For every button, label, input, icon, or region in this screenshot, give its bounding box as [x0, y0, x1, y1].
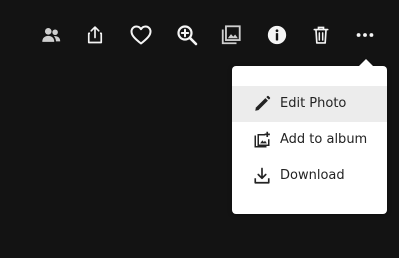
menu-item-label: Edit Photo	[280, 96, 347, 111]
share-icon	[87, 26, 103, 44]
pencil-icon	[253, 95, 271, 113]
menu-caret	[359, 59, 373, 66]
menu-item-edit-photo[interactable]: Edit Photo	[232, 86, 387, 122]
more-icon	[356, 33, 374, 37]
menu-item-add-to-album[interactable]: Add to album	[232, 122, 387, 158]
delete-button[interactable]	[306, 20, 336, 50]
photo-stack-button[interactable]	[216, 20, 246, 50]
info-icon	[267, 25, 287, 45]
people-icon	[42, 28, 61, 42]
add-to-album-icon	[253, 131, 271, 149]
zoom-in-icon	[177, 25, 198, 46]
more-options-menu: Edit Photo Add to album Download	[232, 59, 387, 214]
info-button[interactable]	[262, 20, 292, 50]
download-icon	[253, 167, 271, 185]
favorite-button[interactable]	[126, 20, 156, 50]
share-button[interactable]	[80, 20, 110, 50]
trash-icon	[313, 26, 329, 44]
menu-item-label: Add to album	[280, 132, 368, 147]
people-button[interactable]	[36, 20, 66, 50]
photo-stack-icon	[221, 25, 241, 45]
zoom-in-button[interactable]	[172, 20, 202, 50]
menu-item-download[interactable]: Download	[232, 158, 387, 194]
menu-item-label: Download	[280, 168, 345, 183]
photo-viewer: Edit Photo Add to album Download	[0, 0, 399, 258]
more-options-button[interactable]	[350, 20, 380, 50]
heart-icon	[130, 25, 152, 45]
